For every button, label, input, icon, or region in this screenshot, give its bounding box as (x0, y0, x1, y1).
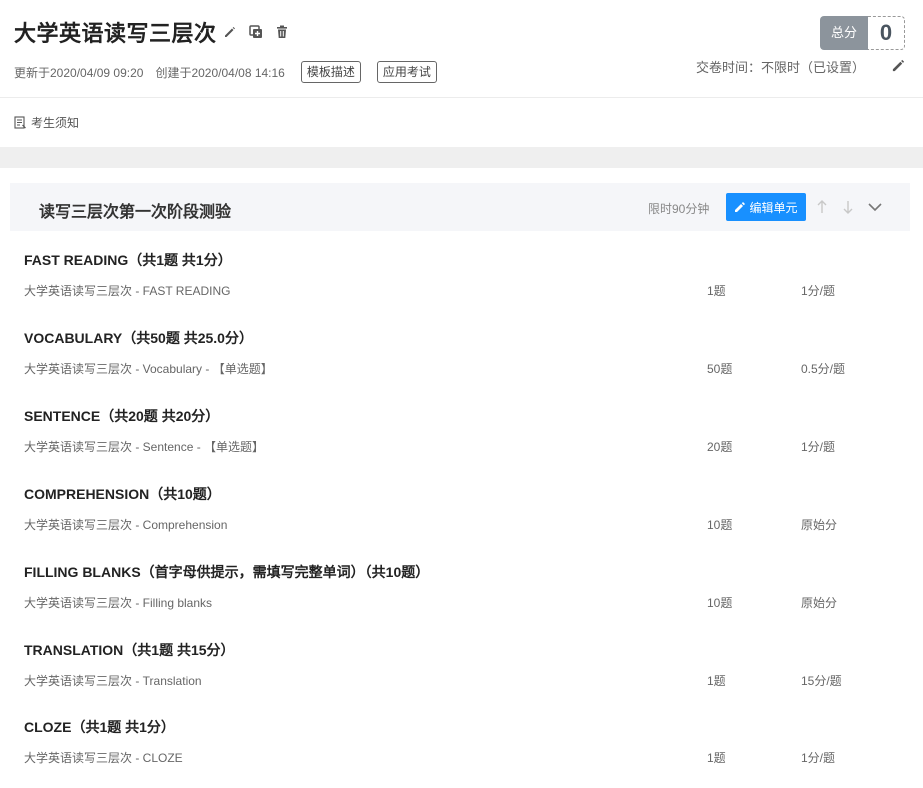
section-score: 1分/题 (801, 440, 836, 454)
section-count: 10题 (707, 518, 733, 532)
section-score: 0.5分/题 (801, 362, 846, 376)
chevron-down-icon[interactable] (867, 200, 883, 214)
section-title: CLOZE（共1题 共1分） (24, 719, 175, 735)
section-score: 1分/题 (801, 751, 836, 765)
section-score: 1分/题 (801, 284, 836, 298)
question-section: VOCABULARY（共50题 共25.0分） 大学英语读写三层次 - Voca… (0, 328, 923, 406)
edit-unit-label: 编辑单元 (749, 200, 798, 215)
section-score: 原始分 (801, 596, 838, 610)
question-section: TRANSLATION（共1题 共15分） 大学英语读写三层次 - Transl… (0, 640, 923, 718)
question-section: SENTENCE（共20题 共20分） 大学英语读写三层次 - Sentence… (0, 406, 923, 484)
move-up-icon[interactable] (815, 199, 829, 215)
question-section: FAST READING（共1题 共1分） 大学英语读写三层次 - FAST R… (0, 250, 923, 328)
notice-icon (14, 116, 27, 129)
section-source: 大学英语读写三层次 - Sentence - 【单选题】 (24, 440, 265, 454)
question-section: COMPREHENSION（共10题） 大学英语读写三层次 - Comprehe… (0, 484, 923, 562)
edit-icon[interactable] (222, 24, 238, 40)
notice-label: 考生须知 (31, 116, 80, 130)
section-source: 大学英语读写三层次 - Comprehension (24, 518, 228, 532)
section-source: 大学英语读写三层次 - CLOZE (24, 751, 183, 765)
section-score: 15分/题 (801, 674, 842, 688)
total-score-label: 总分 (820, 16, 868, 50)
section-title: FAST READING（共1题 共1分） (24, 252, 232, 268)
section-title: TRANSLATION（共1题 共15分） (24, 642, 235, 658)
section-title: SENTENCE（共20题 共20分） (24, 408, 220, 424)
section-count: 1题 (707, 674, 726, 688)
section-source: 大学英语读写三层次 - Vocabulary - 【单选题】 (24, 362, 273, 376)
section-count: 10题 (707, 596, 733, 610)
section-title: FILLING BLANKS（首字母供提示，需填写完整单词）（共10题） (24, 564, 430, 580)
section-count: 1题 (707, 284, 726, 298)
section-source: 大学英语读写三层次 - Filling blanks (24, 596, 213, 610)
time-limit: 限时90分钟 (648, 202, 710, 216)
total-score-value: 0 (868, 16, 905, 50)
apply-exam-button[interactable]: 应用考试 (376, 61, 437, 83)
move-down-icon[interactable] (841, 199, 855, 215)
section-score: 原始分 (801, 518, 838, 532)
total-score: 总分 0 (820, 16, 905, 50)
delete-icon[interactable] (274, 24, 290, 40)
page-title: 大学英语读写三层次 (14, 21, 217, 46)
question-section: CLOZE（共1题 共1分） 大学英语读写三层次 - CLOZE 1题 1分/题 (0, 717, 923, 788)
divider-band (0, 147, 923, 168)
copy-icon[interactable] (248, 24, 264, 40)
section-count: 20题 (707, 440, 733, 454)
exam-notice-link[interactable]: 考生须知 (14, 114, 79, 131)
unit-header: 读写三层次第一次阶段测验 限时90分钟 编辑单元 (10, 183, 910, 231)
exam-header: 大学英语读写三层次 更新于2020/04/09 09:20 创建于2020/04… (0, 0, 923, 98)
submit-time: 交卷时间：不限时（已设置） (696, 60, 866, 75)
unit-title: 读写三层次第一次阶段测验 (39, 204, 232, 221)
section-count: 1题 (707, 751, 726, 765)
template-description-button[interactable]: 模板描述 (300, 61, 361, 83)
edit-unit-button[interactable]: 编辑单元 (726, 193, 806, 221)
title-actions (222, 24, 290, 40)
question-section: FILLING BLANKS（首字母供提示，需填写完整单词）（共10题） 大学英… (0, 562, 923, 640)
created-time: 创建于2020/04/08 14:16 (155, 65, 285, 80)
pencil-icon (734, 201, 746, 213)
section-title: VOCABULARY（共50题 共25.0分） (24, 330, 253, 346)
section-count: 50题 (707, 362, 733, 376)
section-title: COMPREHENSION（共10题） (24, 486, 221, 502)
meta-row: 更新于2020/04/09 09:20 创建于2020/04/08 14:16 … (14, 61, 449, 83)
updated-time: 更新于2020/04/09 09:20 (14, 65, 144, 80)
section-source: 大学英语读写三层次 - FAST READING (24, 284, 231, 298)
edit-submit-time-icon[interactable] (891, 58, 906, 73)
section-source: 大学英语读写三层次 - Translation (24, 674, 202, 688)
